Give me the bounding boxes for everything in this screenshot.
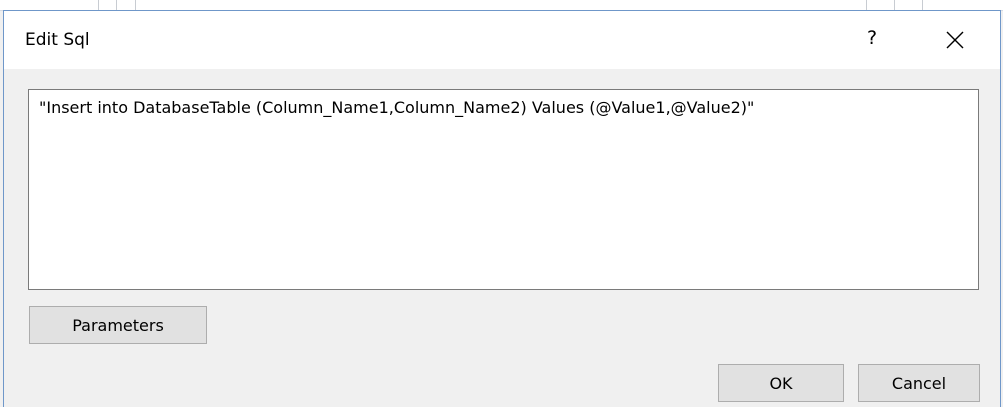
close-icon[interactable] bbox=[938, 23, 972, 57]
cancel-button[interactable]: Cancel bbox=[858, 364, 980, 402]
help-icon[interactable]: ? bbox=[859, 25, 885, 51]
ok-button[interactable]: OK bbox=[718, 364, 844, 402]
background-grid-line bbox=[866, 0, 867, 10]
background-grid-line bbox=[894, 0, 895, 10]
title-bar: Edit Sql ? bbox=[4, 11, 1000, 69]
edit-sql-dialog: Edit Sql ? "Insert into DatabaseTable (C… bbox=[3, 10, 1001, 407]
background-grid-line bbox=[116, 0, 117, 10]
background-grid-line bbox=[135, 0, 136, 10]
close-icon-glyph bbox=[946, 31, 964, 49]
background-grid-line bbox=[922, 0, 923, 10]
background-grid-line bbox=[98, 0, 99, 10]
dialog-title: Edit Sql bbox=[25, 30, 90, 50]
parameters-button[interactable]: Parameters bbox=[29, 306, 207, 344]
sql-text-area[interactable]: "Insert into DatabaseTable (Column_Name1… bbox=[28, 89, 979, 290]
